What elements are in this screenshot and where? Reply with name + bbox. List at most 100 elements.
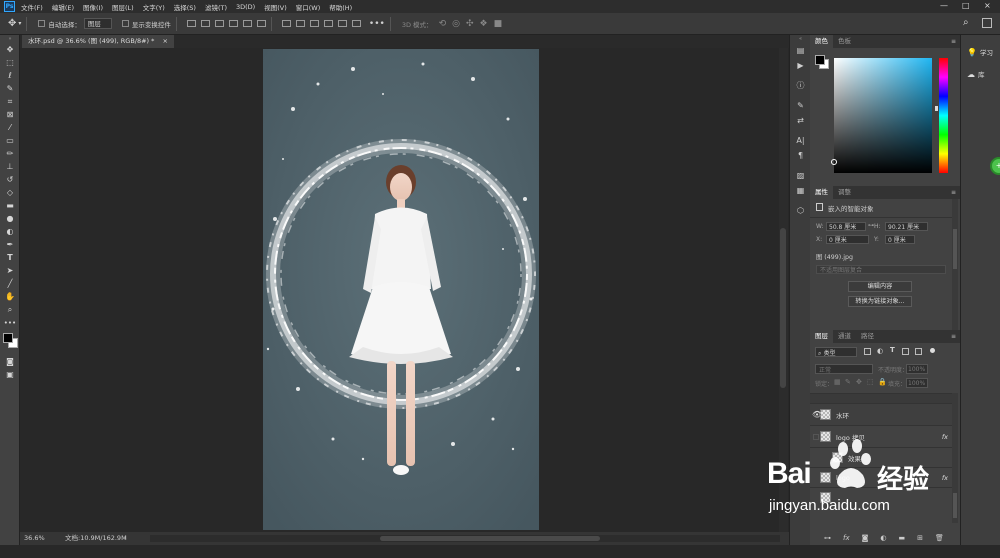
close-window-button[interactable]: ×	[984, 1, 991, 10]
preset-dropdown-icon[interactable]: ▾	[18, 20, 21, 27]
history-panel-icon[interactable]: ▤	[790, 43, 811, 58]
show-transform-checkbox[interactable]	[121, 20, 129, 27]
foreground-color-swatch[interactable]	[3, 333, 13, 343]
align-top-icon[interactable]	[228, 20, 238, 27]
lock-artboard-icon[interactable]: ⬚	[867, 378, 874, 386]
libraries-panel-button[interactable]: ☁ 库	[961, 65, 1000, 83]
type-tool-icon[interactable]: T	[0, 251, 20, 264]
vertical-scroll-thumb[interactable]	[780, 228, 786, 388]
color-swatches[interactable]	[0, 329, 19, 355]
gradient-tool-icon[interactable]: ▬	[0, 199, 20, 212]
hue-slider[interactable]	[935, 58, 948, 173]
align-vcenter-icon[interactable]	[242, 20, 252, 27]
filter-pixel-icon[interactable]	[864, 348, 871, 355]
path-select-tool-icon[interactable]: ➤	[0, 264, 20, 277]
layer-row[interactable]	[810, 393, 952, 403]
paragraph-panel-icon[interactable]: ¶	[790, 148, 811, 163]
blur-tool-icon[interactable]: ●	[0, 212, 20, 225]
link-layers-icon[interactable]: ⊶	[824, 534, 831, 542]
floating-green-badge[interactable]: +	[990, 157, 1000, 175]
panel-menu-icon[interactable]: ≡	[951, 333, 956, 340]
distribute-right-icon[interactable]	[351, 20, 361, 27]
width-field[interactable]: 50.8 厘米	[826, 222, 866, 231]
brush-tool-icon[interactable]: ✏	[0, 147, 20, 160]
learn-panel-button[interactable]: 💡 学习	[961, 43, 1000, 61]
convert-to-linked-button[interactable]: 转换为链接对象...	[848, 296, 912, 307]
adjust-panel-icon[interactable]: ⇄	[790, 113, 811, 128]
3d-panel-icon[interactable]: ⬡	[790, 203, 811, 218]
properties-scrollbar[interactable]	[952, 199, 958, 330]
new-group-icon[interactable]: ▬	[899, 534, 906, 542]
actions-panel-icon[interactable]: ▶	[790, 58, 811, 73]
eraser-tool-icon[interactable]: ◇	[0, 186, 20, 199]
color-panel-fg-swatch[interactable]	[815, 55, 825, 65]
healing-brush-tool-icon[interactable]: ▭	[0, 134, 20, 147]
document-size[interactable]: 文档:10.9M/162.9M	[65, 532, 127, 545]
blend-mode-dropdown[interactable]: 正常	[815, 364, 873, 374]
more-options-icon[interactable]: •••	[369, 19, 385, 29]
opacity-field[interactable]: 100%	[906, 364, 928, 374]
hand-tool-icon[interactable]: ✋	[0, 290, 20, 303]
filter-type-icon[interactable]: T	[890, 346, 895, 354]
status-menu-icon[interactable]: ›	[124, 532, 127, 545]
eyedropper-tool-icon[interactable]: ⁄	[0, 121, 20, 134]
collapse-panels-icon[interactable]: «	[790, 35, 811, 43]
menu-help[interactable]: 帮助(H)	[329, 2, 352, 12]
lock-position-icon[interactable]: ✥	[856, 378, 862, 386]
menu-window[interactable]: 窗口(W)	[296, 2, 321, 12]
new-layer-icon[interactable]: ⊞	[917, 534, 923, 542]
crop-tool-icon[interactable]: ⌗	[0, 95, 20, 108]
menu-file[interactable]: 文件(F)	[21, 2, 43, 12]
maximize-button[interactable]: □	[962, 1, 970, 10]
screen-mode-icon[interactable]: ▣	[0, 368, 20, 381]
auto-select-checkbox[interactable]	[38, 20, 46, 27]
document-tab[interactable]: 水环.psd @ 36.6% (图 (499), RGB/8#) * ×	[22, 35, 174, 48]
line-tool-icon[interactable]: ╱	[0, 277, 20, 290]
menu-layer[interactable]: 图层(L)	[112, 2, 134, 12]
edit-toolbar-icon[interactable]: •••	[0, 316, 20, 329]
brushes-panel-icon[interactable]: ✎	[790, 98, 811, 113]
move-tool-icon[interactable]: ✥	[0, 43, 20, 56]
filter-adjustment-icon[interactable]: ◐	[877, 347, 883, 355]
zoom-level[interactable]: 36.6%	[24, 532, 45, 545]
minimize-button[interactable]: —	[940, 1, 948, 10]
align-left-icon[interactable]	[186, 20, 196, 27]
color-field[interactable]	[831, 58, 932, 173]
height-field[interactable]: 90.21 厘米	[885, 222, 928, 231]
delete-layer-icon[interactable]: 🗑	[935, 534, 944, 542]
filter-smart-object-icon[interactable]	[915, 348, 922, 355]
align-bottom-icon[interactable]	[256, 20, 266, 27]
info-panel-icon[interactable]: ⓘ	[790, 78, 811, 93]
3d-pan-icon[interactable]: ✣	[466, 19, 474, 29]
quick-select-tool-icon[interactable]: ✎	[0, 82, 20, 95]
fill-field[interactable]: 100%	[906, 378, 928, 388]
add-style-icon[interactable]: fx	[843, 534, 850, 542]
horizontal-scroll-thumb[interactable]	[380, 536, 600, 541]
menu-edit[interactable]: 编辑(E)	[52, 2, 74, 12]
3d-slide-icon[interactable]: ❖	[480, 19, 488, 29]
distribute-left-icon[interactable]	[323, 20, 333, 27]
layer-visibility-eye-icon[interactable]: 👁	[812, 410, 822, 419]
distribute-bottom-icon[interactable]	[309, 20, 319, 27]
layer-filter-dropdown[interactable]: ⌕ 类型	[815, 347, 857, 357]
distribute-top-icon[interactable]	[281, 20, 291, 27]
character-panel-icon[interactable]: A|	[790, 133, 811, 148]
tab-properties[interactable]: 属性	[810, 186, 833, 199]
3d-orbit-icon[interactable]: ⟲	[439, 19, 447, 29]
move-tool-preset-icon[interactable]: ✥	[8, 18, 16, 29]
filter-toggle-icon[interactable]	[930, 348, 935, 353]
distribute-hcenter-icon[interactable]	[337, 20, 347, 27]
tab-swatches[interactable]: 色板	[833, 35, 856, 48]
new-adjustment-icon[interactable]: ◐	[880, 534, 886, 542]
dodge-tool-icon[interactable]: ◐	[0, 225, 20, 238]
menu-image[interactable]: 图像(I)	[83, 2, 103, 12]
layer-comp-dropdown[interactable]: 不适用图层复合	[816, 265, 946, 274]
collapse-toolbar-icon[interactable]: »	[0, 35, 20, 43]
workspace-icon[interactable]	[982, 18, 992, 28]
close-tab-icon[interactable]: ×	[162, 37, 167, 45]
horizontal-scrollbar[interactable]	[150, 535, 780, 542]
quick-mask-icon[interactable]: ◙	[0, 355, 20, 368]
history-brush-tool-icon[interactable]: ↺	[0, 173, 20, 186]
auto-select-option[interactable]: 自动选择： 图层	[38, 18, 112, 29]
marquee-tool-icon[interactable]: ⬚	[0, 56, 20, 69]
